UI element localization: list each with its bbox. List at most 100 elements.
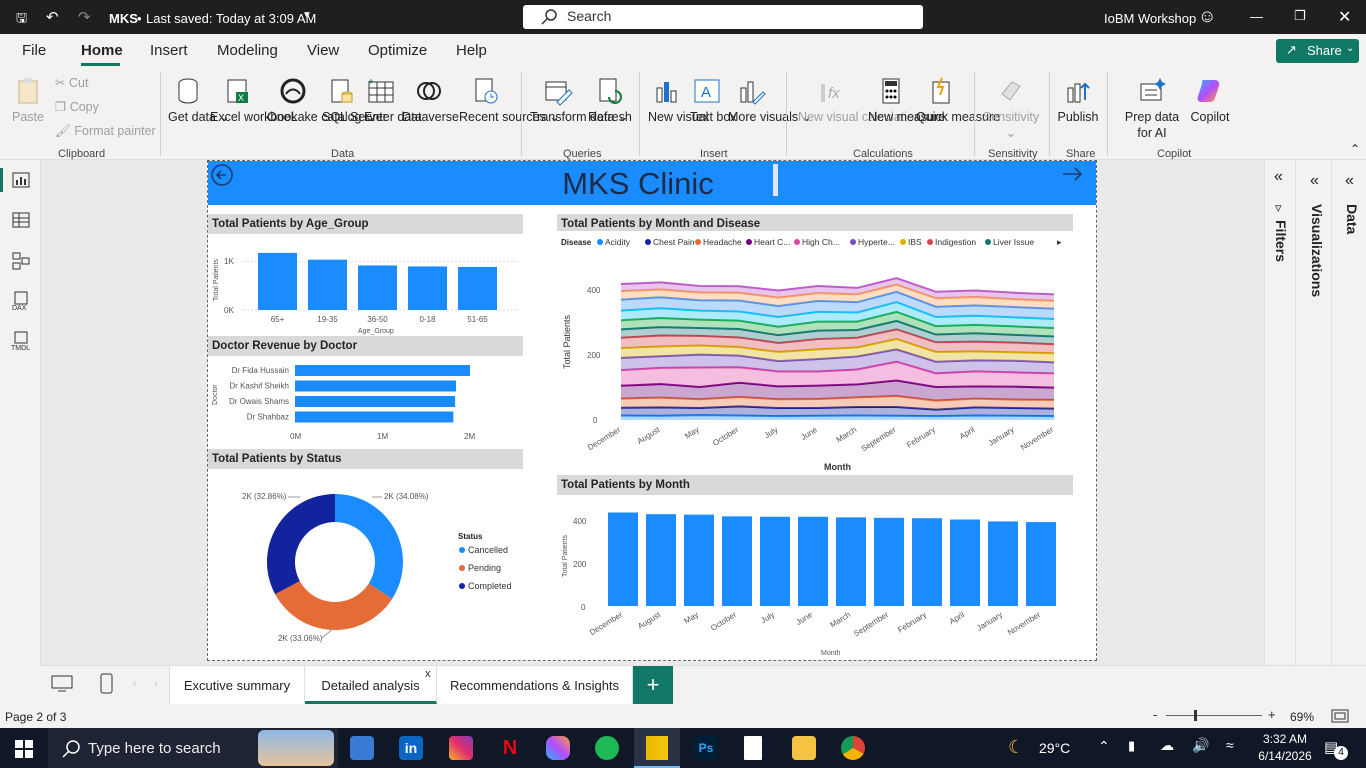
- fit-to-page-icon[interactable]: [1331, 709, 1349, 723]
- new-measure-button[interactable]: New measure: [868, 76, 945, 125]
- microsoft-store-icon[interactable]: [350, 736, 374, 760]
- powerbi-taskbar-button[interactable]: [634, 728, 680, 768]
- tab-detailed-analysis[interactable]: Detailed analysis x: [305, 666, 437, 704]
- copilot-app-icon[interactable]: [546, 736, 570, 760]
- taskbar-search[interactable]: Type here to search: [48, 728, 338, 768]
- expand-data-icon[interactable]: «: [1345, 172, 1354, 190]
- month-bar-chart[interactable]: Total Patients 400 200 0 December August M…: [557, 492, 1073, 658]
- collapse-ribbon-icon[interactable]: ⌃: [1350, 142, 1360, 156]
- chrome-icon[interactable]: [841, 736, 865, 760]
- onelake-catalog-button[interactable]: OneLake catalog ⌄: [267, 76, 375, 125]
- share-button[interactable]: ↗ Share ⌄: [1276, 39, 1359, 63]
- new-visual-calculation-button[interactable]: fx New visual calculation ⌄: [798, 76, 935, 125]
- sensitivity-button[interactable]: Sensitivity ⌄: [982, 76, 1040, 141]
- zoom-in-icon[interactable]: +: [1268, 707, 1276, 722]
- legend-next-icon[interactable]: ▸: [1057, 237, 1062, 247]
- wifi-icon[interactable]: ≈: [1226, 737, 1234, 753]
- weather-moon-icon[interactable]: ☾: [1008, 737, 1024, 758]
- spotify-icon[interactable]: [595, 736, 619, 760]
- linkedin-icon[interactable]: in: [399, 736, 423, 760]
- model-view-icon[interactable]: [12, 252, 30, 270]
- publish-button[interactable]: Publish: [1056, 76, 1100, 125]
- enter-data-button[interactable]: + Enter data: [364, 76, 422, 125]
- save-icon[interactable]: 🖫: [16, 9, 27, 31]
- disease-area-chart[interactable]: Disease Acidity Chest Pain Headache Heart C…: [557, 231, 1073, 475]
- quick-measure-button[interactable]: Quick measure: [916, 76, 1000, 125]
- get-data-button[interactable]: Get data ⌄: [168, 76, 230, 125]
- paste-button[interactable]: Paste: [10, 76, 46, 125]
- table-view-icon[interactable]: [12, 212, 30, 228]
- menu-file[interactable]: File: [22, 42, 46, 59]
- close-tab-icon[interactable]: x: [425, 654, 431, 694]
- zoom-slider[interactable]: [1166, 715, 1262, 716]
- maximize-icon[interactable]: ❐: [1294, 8, 1306, 24]
- status-donut-chart[interactable]: 2K (34.08%) 2K (33.06%) 2K (32.86%) Stat…: [208, 466, 523, 658]
- new-visual-button[interactable]: New visual: [648, 76, 708, 125]
- recent-sources-button[interactable]: Recent sources ⌄: [459, 76, 560, 125]
- instagram-icon[interactable]: [449, 736, 473, 760]
- menu-insert[interactable]: Insert: [150, 42, 188, 59]
- tmdl-view-icon[interactable]: TMDL: [10, 331, 32, 351]
- group-label-queries: Queries: [563, 148, 602, 160]
- dax-query-icon[interactable]: DAX: [11, 291, 31, 311]
- expand-filters-icon[interactable]: «: [1274, 168, 1283, 186]
- forward-arrow-icon[interactable]: [1060, 163, 1086, 185]
- volume-icon[interactable]: 🔊: [1192, 737, 1209, 754]
- tab-excutive-summary[interactable]: Excutive summary: [169, 666, 305, 704]
- photoshop-icon[interactable]: Ps: [694, 736, 718, 760]
- tab-recommendations[interactable]: Recommendations & Insights: [437, 666, 633, 704]
- close-icon[interactable]: ✕: [1338, 7, 1351, 27]
- refresh-button[interactable]: Refresh: [588, 76, 632, 125]
- report-view-icon[interactable]: [12, 172, 30, 188]
- chevron-down-icon[interactable]: ▼: [302, 10, 312, 21]
- redo-icon[interactable]: ↷: [78, 8, 91, 26]
- prep-data-ai-button[interactable]: Prep data for AI: [1116, 76, 1188, 141]
- menu-optimize[interactable]: Optimize: [368, 42, 427, 59]
- scroll-right-icon[interactable]: ›: [154, 678, 157, 689]
- bar: [295, 380, 456, 392]
- zoom-out-icon[interactable]: -: [1153, 707, 1157, 722]
- battery-icon[interactable]: ▮: [1128, 738, 1135, 754]
- sql-server-button[interactable]: SQL Server: [322, 76, 387, 125]
- filters-pane[interactable]: « ▿ Filters: [1265, 160, 1296, 665]
- menu-view[interactable]: View: [307, 42, 339, 59]
- text-box-button[interactable]: A Text box: [690, 76, 737, 125]
- menu-modeling[interactable]: Modeling: [217, 42, 278, 59]
- save-status[interactable]: Last saved: Today at 3:09 AM: [146, 11, 316, 26]
- show-hidden-icons[interactable]: ⌃: [1098, 738, 1110, 755]
- expand-visualizations-icon[interactable]: «: [1310, 172, 1319, 190]
- menu-help[interactable]: Help: [456, 42, 487, 59]
- copilot-button[interactable]: Copilot: [1190, 76, 1230, 125]
- add-page-button[interactable]: +: [633, 666, 673, 704]
- zoom-level[interactable]: 69%: [1290, 710, 1314, 724]
- zoom-slider-thumb[interactable]: [1194, 710, 1197, 721]
- menu-home[interactable]: Home: [81, 42, 123, 59]
- dataverse-button[interactable]: Dataverse: [402, 76, 459, 125]
- windows-start-icon[interactable]: [15, 740, 33, 758]
- mobile-layout-icon[interactable]: [100, 673, 114, 695]
- notifications-button[interactable]: ▤ 4: [1324, 738, 1348, 760]
- search-box[interactable]: Search: [523, 5, 923, 29]
- clock-time[interactable]: 3:32 AM: [1258, 732, 1312, 746]
- network-icon[interactable]: ☁: [1160, 737, 1174, 754]
- more-visuals-button[interactable]: More visuals ⌄: [728, 76, 812, 125]
- netflix-icon[interactable]: N: [498, 736, 522, 760]
- copy-button[interactable]: ❐ Copy: [55, 99, 99, 115]
- desktop-layout-icon[interactable]: [51, 675, 73, 693]
- excel-workbook-button[interactable]: X Excel workbook: [210, 76, 298, 125]
- scroll-left-icon[interactable]: ‹: [133, 678, 136, 689]
- transform-data-button[interactable]: Transform data ⌄: [530, 76, 628, 125]
- format-painter-button[interactable]: 🖌 Format painter: [55, 123, 156, 139]
- cut-button[interactable]: ✂ Cut: [55, 75, 88, 91]
- clock-date[interactable]: 6/14/2026: [1254, 749, 1316, 763]
- visualizations-pane[interactable]: « Visualizations: [1301, 160, 1332, 665]
- file-explorer-icon[interactable]: [792, 736, 816, 760]
- age-group-chart[interactable]: Total Patients 1K 0K 65+ 19-35 36-50 0-18 51…: [208, 231, 523, 336]
- data-pane[interactable]: « Data: [1336, 160, 1366, 665]
- minimize-icon[interactable]: —: [1250, 9, 1263, 24]
- undo-icon[interactable]: ↶: [46, 8, 59, 26]
- account-icon[interactable]: ☺: [1198, 6, 1216, 27]
- temperature[interactable]: 29°C: [1039, 740, 1070, 756]
- notepad-icon[interactable]: [744, 736, 762, 760]
- doctor-revenue-chart[interactable]: Doctor Dr Fida Hussain Dr Kashif Sheikh Dr…: [208, 353, 523, 448]
